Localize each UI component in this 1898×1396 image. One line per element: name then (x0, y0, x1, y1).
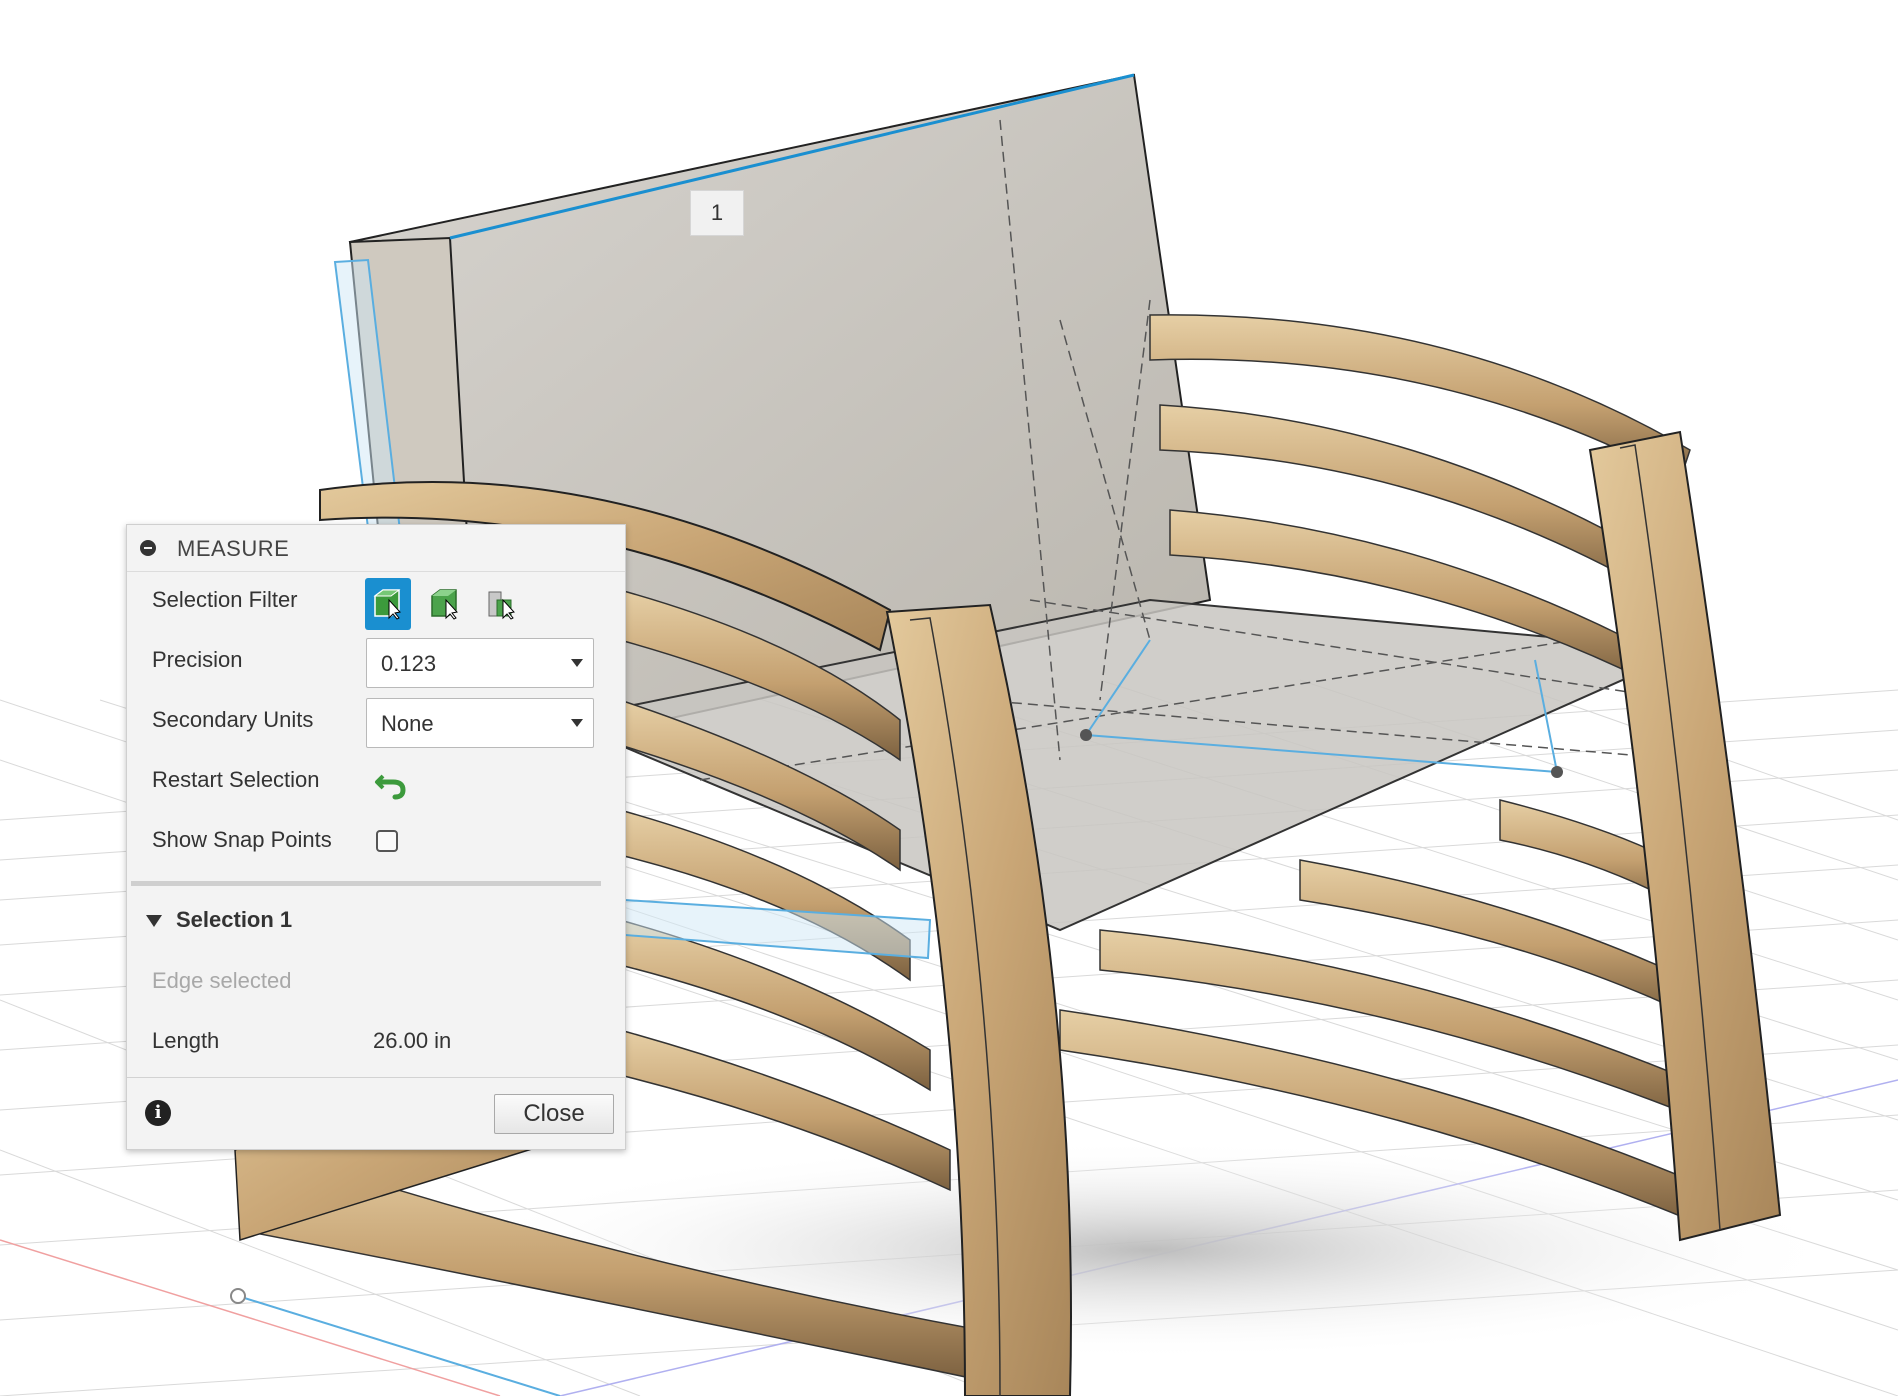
show-snap-points-checkbox[interactable] (376, 830, 398, 852)
length-label: Length (152, 1028, 220, 1053)
select-faces-button[interactable] (422, 578, 468, 630)
restart-selection-label: Restart Selection (152, 767, 320, 792)
panel-title: MEASURE (177, 536, 290, 561)
panel-footer: i Close (127, 1077, 625, 1150)
collapse-icon[interactable] (140, 540, 156, 556)
panel-header: MEASURE (127, 525, 625, 572)
secondary-units-value: None (381, 711, 434, 736)
measure-panel: MEASURE Selection Filter Precision 0.123… (126, 524, 626, 1150)
info-icon[interactable]: i (145, 1100, 171, 1126)
length-value: 26.00 in (373, 1028, 452, 1053)
precision-label: Precision (152, 647, 243, 672)
precision-value: 0.123 (381, 651, 437, 676)
selection-status: Edge selected (152, 968, 292, 993)
chevron-down-icon (571, 719, 583, 727)
selection-1-title[interactable]: Selection 1 (176, 907, 292, 933)
divider (131, 881, 601, 886)
select-faces-icon (431, 589, 458, 620)
close-button[interactable]: Close (494, 1094, 614, 1134)
select-edges-button[interactable] (479, 578, 525, 630)
show-snap-points-label: Show Snap Points (152, 827, 332, 852)
restart-selection-icon[interactable] (373, 766, 407, 800)
selection-filter-label: Selection Filter (152, 587, 298, 612)
secondary-units-label: Secondary Units (152, 707, 314, 732)
expand-triangle-icon[interactable] (146, 915, 162, 927)
chevron-down-icon (571, 659, 583, 667)
secondary-units-select[interactable]: None (366, 698, 594, 748)
precision-select[interactable]: 0.123 (366, 638, 594, 688)
select-bodies-button[interactable] (365, 578, 411, 630)
select-edges-icon (488, 591, 515, 620)
selection-marker-label: 1 (690, 190, 744, 236)
select-bodies-icon (373, 589, 401, 620)
